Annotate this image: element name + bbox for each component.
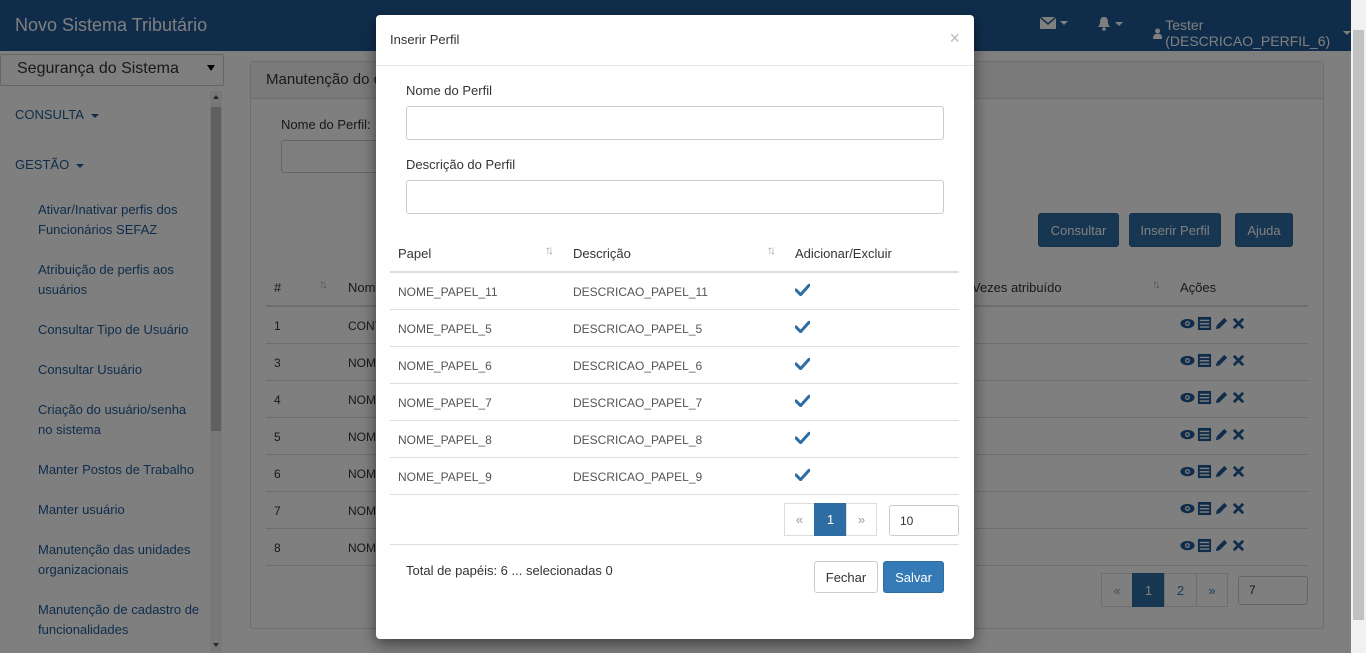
nome-perfil-label: Nome do Perfil	[406, 83, 492, 98]
modal-row-divider	[390, 309, 959, 310]
check-icon[interactable]	[795, 320, 810, 333]
descricao-cell: DESCRICAO_PAPEL_9	[573, 470, 703, 484]
modal-page-1-button[interactable]: 1	[814, 503, 847, 536]
papel-cell: NOME_PAPEL_8	[398, 433, 492, 447]
modal-row-divider	[390, 346, 959, 347]
check-icon[interactable]	[795, 394, 810, 407]
papel-cell: NOME_PAPEL_6	[398, 359, 492, 373]
descricao-cell: DESCRICAO_PAPEL_11	[573, 285, 708, 299]
modal-pagination: « 1 »	[784, 503, 877, 536]
papel-cell: NOME_PAPEL_5	[398, 322, 492, 336]
modal-header: Inserir Perfil ×	[376, 15, 974, 66]
check-icon[interactable]	[795, 468, 810, 481]
modal-page-size-input[interactable]: 10	[889, 505, 959, 536]
papel-cell: NOME_PAPEL_7	[398, 396, 492, 410]
descricao-perfil-label: Descrição do Perfil	[406, 157, 516, 172]
check-icon[interactable]	[795, 283, 810, 296]
total-papeis-text: Total de papéis: 6 ... selecionadas 0	[406, 563, 613, 578]
modal-footer-divider	[390, 544, 959, 545]
fechar-button[interactable]: Fechar	[814, 561, 878, 593]
salvar-button[interactable]: Salvar	[883, 561, 944, 593]
descricao-cell: DESCRICAO_PAPEL_6	[573, 359, 703, 373]
col-acao-header: Adicionar/Excluir	[795, 246, 892, 261]
window-scroll-thumb[interactable]	[1353, 30, 1364, 620]
sort-icon[interactable]: ↑↓	[545, 243, 554, 257]
modal-title: Inserir Perfil	[390, 32, 460, 47]
modal-row-divider	[390, 420, 959, 421]
sort-icon[interactable]: ↑↓	[767, 243, 776, 257]
modal-header-divider	[390, 271, 959, 273]
close-icon[interactable]: ×	[949, 29, 960, 47]
modal-prev-page-button[interactable]: «	[784, 503, 815, 536]
col-papel-header[interactable]: Papel	[398, 246, 431, 261]
check-icon[interactable]	[795, 357, 810, 370]
modal-next-page-button[interactable]: »	[846, 503, 877, 536]
nome-perfil-input[interactable]	[406, 106, 944, 140]
inserir-perfil-modal: Inserir Perfil × Nome do Perfil Descriçã…	[376, 15, 974, 639]
papel-cell: NOME_PAPEL_11	[398, 285, 498, 299]
papel-cell: NOME_PAPEL_9	[398, 470, 492, 484]
modal-row-divider	[390, 383, 959, 384]
modal-row-divider	[390, 457, 959, 458]
descricao-perfil-input[interactable]	[406, 180, 944, 214]
col-descricao-header[interactable]: Descrição	[573, 246, 631, 261]
window-scrollbar[interactable]	[1351, 0, 1366, 653]
check-icon[interactable]	[795, 431, 810, 444]
modal-row-divider	[390, 494, 959, 495]
descricao-cell: DESCRICAO_PAPEL_5	[573, 322, 703, 336]
descricao-cell: DESCRICAO_PAPEL_7	[573, 396, 703, 410]
descricao-cell: DESCRICAO_PAPEL_8	[573, 433, 703, 447]
